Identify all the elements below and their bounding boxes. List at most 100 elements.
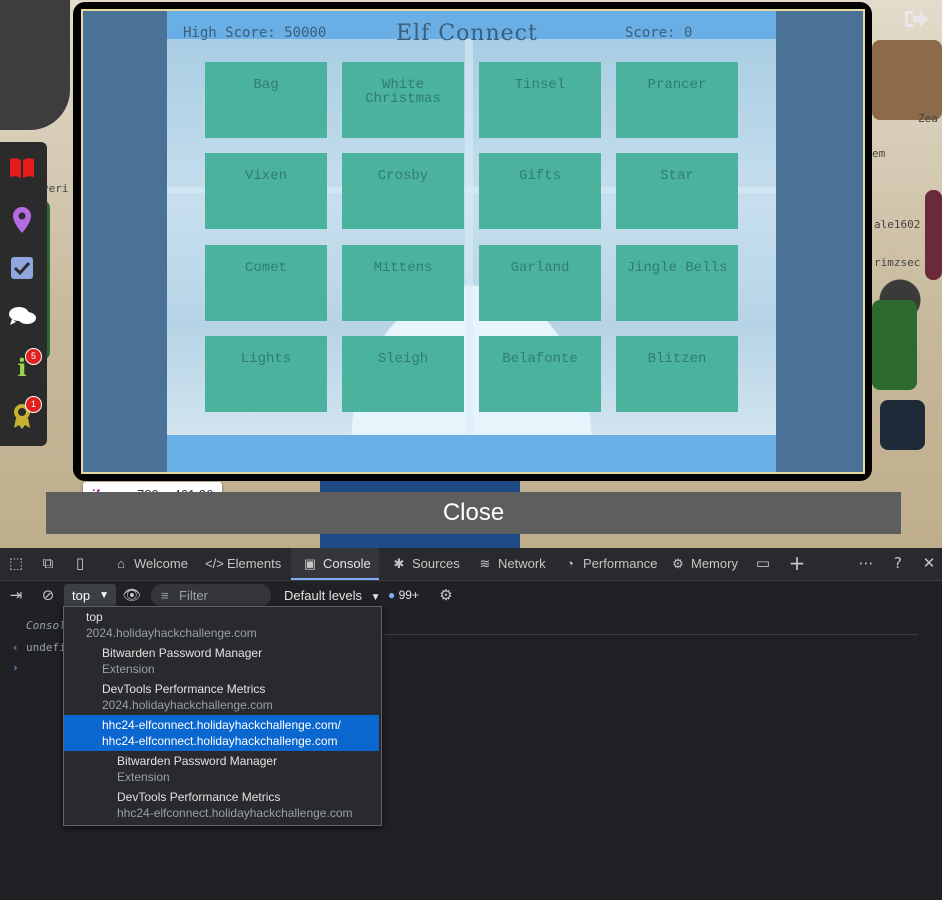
tab-label: Welcome [134,556,188,571]
exit-icon[interactable] [902,8,930,32]
player-name: rimzsec [874,256,921,269]
word-tile[interactable]: Crosby [342,153,464,229]
game-sidebar: i 5 1 [0,142,47,446]
inspect-element-icon[interactable]: ⬚ [5,552,27,574]
tab-label: Console [323,556,371,571]
context-option[interactable]: hhc24-elfconnect.holidayhackchallenge.co… [64,715,379,751]
clear-console-icon[interactable]: ⊘ [37,584,59,606]
context-option[interactable]: DevTools Performance Metrics hhc24-elfcon… [64,787,379,823]
live-expression-eye-icon[interactable]: 👁 [121,584,143,606]
context-option-subtitle: 2024.holidayhackchallenge.com [102,698,273,712]
console-result: undefi [26,641,66,654]
context-option-title: hhc24-elfconnect.holidayhackchallenge.co… [102,718,341,732]
map-pin-icon[interactable] [8,206,36,234]
word-tile[interactable]: Sleigh [342,336,464,412]
context-option-subtitle: Extension [117,770,170,784]
word-tile[interactable]: Blitzen [616,336,738,412]
issues-counter[interactable]: ● 99+ [388,584,419,607]
word-tile[interactable]: Jingle Bells [616,245,738,321]
tab-label: Memory [691,556,738,571]
context-option-subtitle: hhc24-elfconnect.holidayhackchallenge.co… [102,734,338,748]
context-option-subtitle: 2024.holidayhackchallenge.com [86,626,257,640]
close-devtools-icon[interactable]: ✕ [918,552,940,574]
settings-gear-icon[interactable]: ⚙ [435,584,457,606]
context-option-title: DevTools Performance Metrics [117,790,281,804]
tab-console[interactable]: ▣ Console [291,548,379,580]
word-tile[interactable]: Lights [205,336,327,412]
device-toolbar-icon[interactable]: ⧉ [37,552,59,574]
prompt-chevron-icon[interactable]: › [12,661,19,674]
bug-icon: ✱ [393,556,405,571]
window-divider [465,39,473,439]
context-option[interactable]: Bitwarden Password Manager Extension [64,643,379,679]
word-tile[interactable]: Belafonte [479,336,601,412]
checklist-icon[interactable] [8,256,36,284]
word-tile[interactable]: Comet [205,245,327,321]
game-modal: High Score: 50000 Elf Connect Score: 0 B… [73,2,872,481]
game-footer [167,435,776,472]
word-tile[interactable]: Gifts [479,153,601,229]
context-option-title: DevTools Performance Metrics [102,682,266,696]
context-option-title: top [86,610,103,624]
console-icon: ▣ [303,556,317,571]
devtools-tab-bar: ⬚ ⧉ ▯ ⌂ Welcome </> Elements ▣ Console ✱ Sou… [0,548,942,581]
wifi-icon: ≋ [479,556,491,571]
context-option-title: Bitwarden Password Manager [102,646,263,660]
console-message: Consol [26,619,66,632]
chevron-down-icon: ▼ [99,590,109,601]
filter-placeholder: Filter [179,588,208,603]
game-title: Elf Connect [396,21,538,46]
tab-label: Performance [583,556,658,571]
high-score: High Score: 50000 [183,25,327,41]
chat-icon[interactable] [8,304,36,332]
application-icon[interactable]: ▭ [752,552,774,574]
character-right-1 [872,40,942,120]
exit-arrow-icon [905,11,928,27]
issues-count: 99+ [398,588,419,602]
toggle-sidebar-icon[interactable]: ⇥ [5,584,27,606]
tab-sources[interactable]: ✱ Sources [382,548,466,580]
chip-icon: ⚙ [672,556,684,571]
more-tabs-icon[interactable]: + [786,552,808,574]
tab-label: Sources [412,556,460,571]
context-option-subtitle: Extension [102,662,155,676]
word-tile[interactable]: Star [616,153,738,229]
tab-welcome[interactable]: ⌂ Welcome [104,548,196,580]
character-right-3 [925,190,942,280]
award-icon[interactable]: 1 [8,396,42,430]
award-badge: 1 [25,396,42,413]
tab-memory[interactable]: ⚙ Memory [661,548,743,580]
context-option[interactable]: Bitwarden Password Manager Extension [64,751,379,787]
context-option-title: Bitwarden Password Manager [117,754,278,768]
player-name: Zea [918,112,938,125]
close-button[interactable]: Close [46,492,901,534]
tab-network[interactable]: ≋ Network [468,548,552,580]
word-tile[interactable]: Tinsel [479,62,601,138]
code-icon: </> [205,556,224,571]
iframe-container: High Score: 50000 Elf Connect Score: 0 B… [81,9,865,474]
word-tile[interactable]: Prancer [616,62,738,138]
word-tile[interactable]: Mittens [342,245,464,321]
context-select[interactable]: top ▼ [64,584,116,607]
dock-sidebar-icon[interactable]: ▯ [69,552,91,574]
more-options-icon[interactable]: ⋯ [855,552,877,574]
tab-label: Network [498,556,546,571]
help-icon[interactable]: ? [887,552,909,574]
word-tile[interactable]: Garland [479,245,601,321]
info-badge: 5 [25,348,42,365]
tab-elements[interactable]: </> Elements [197,548,289,580]
context-option[interactable]: DevTools Performance Metrics 2024.holiday… [64,679,379,715]
word-tile[interactable]: Vixen [205,153,327,229]
tab-label: Elements [227,556,282,571]
word-tile[interactable]: White Christmas [342,62,464,138]
tab-performance[interactable]: ◔ Performance [553,548,659,580]
context-option[interactable]: top 2024.holidayhackchallenge.com [64,607,379,643]
home-icon: ⌂ [117,556,125,571]
info-icon[interactable]: i 5 [8,348,42,382]
book-icon[interactable] [8,156,36,184]
word-tile[interactable]: Bag [205,62,327,138]
log-levels-dropdown[interactable]: Default levels ▼ [284,584,381,607]
player-name: em [872,147,886,160]
levels-label: Default levels [284,588,363,603]
filter-input[interactable]: ≡ Filter [151,584,271,607]
